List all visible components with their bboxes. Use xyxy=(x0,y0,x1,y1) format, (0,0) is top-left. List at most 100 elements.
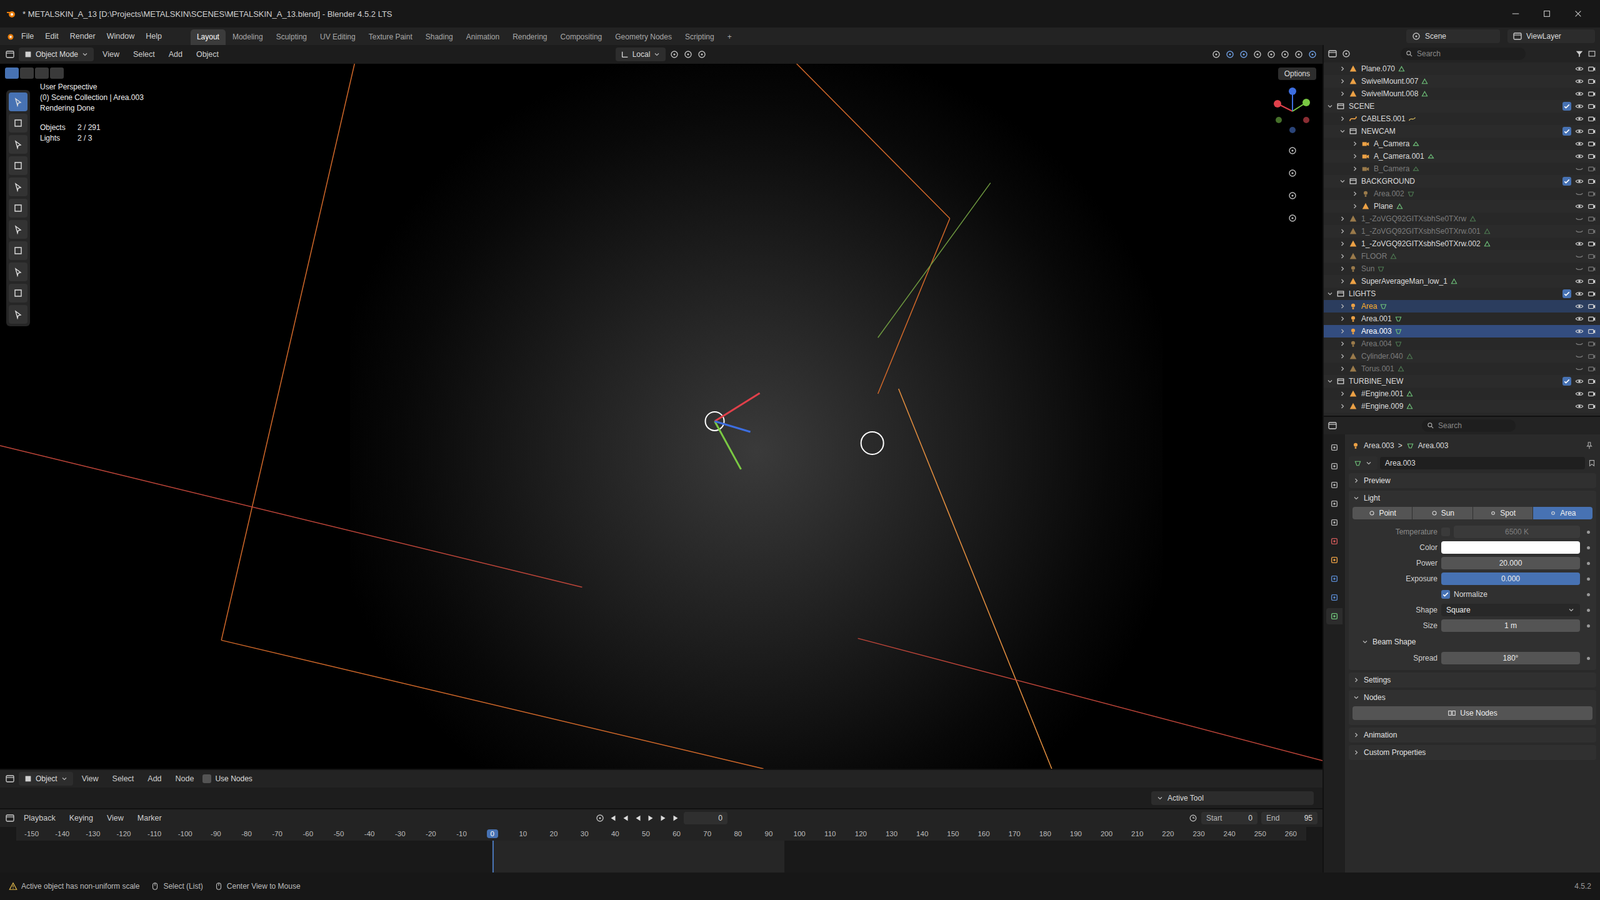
render-camera-icon[interactable] xyxy=(1587,139,1597,149)
play-reverse-icon[interactable] xyxy=(633,813,643,823)
fake-user-icon[interactable] xyxy=(1587,458,1597,468)
dropdown-field[interactable]: Square xyxy=(1441,603,1580,617)
expanded-chevron-icon[interactable] xyxy=(1326,102,1334,110)
tool-button[interactable] xyxy=(8,113,28,133)
viewport-menu-item[interactable]: View xyxy=(97,48,125,61)
render-camera-icon[interactable] xyxy=(1587,401,1597,411)
light-type-button[interactable]: Point xyxy=(1352,506,1412,520)
tool-button[interactable] xyxy=(8,135,28,154)
eye-open-icon[interactable] xyxy=(1575,301,1584,311)
eye-open-icon[interactable] xyxy=(1575,76,1584,86)
visibility-icon[interactable] xyxy=(1211,49,1222,60)
subpanel-header[interactable]: Beam Shape xyxy=(1352,634,1593,650)
prev-key-icon[interactable] xyxy=(621,813,630,823)
render-camera-icon[interactable] xyxy=(1587,289,1597,299)
eye-closed-icon[interactable] xyxy=(1575,214,1584,224)
collapsed-chevron-icon[interactable] xyxy=(1338,265,1347,273)
menu-item[interactable]: Help xyxy=(140,30,167,43)
eye-open-icon[interactable] xyxy=(1575,239,1584,249)
tool-button[interactable] xyxy=(8,220,28,239)
tool-button[interactable] xyxy=(8,262,28,282)
options-button[interactable]: Options xyxy=(1278,67,1317,80)
render-camera-icon[interactable] xyxy=(1587,301,1597,311)
workspace-tab[interactable]: Layout xyxy=(190,29,226,45)
timeline-editor-icon[interactable] xyxy=(5,813,15,824)
use-nodes-checkbox[interactable]: Use Nodes xyxy=(202,774,252,784)
eye-open-icon[interactable] xyxy=(1575,289,1584,299)
filter-icon[interactable] xyxy=(1575,49,1584,59)
eye-open-icon[interactable] xyxy=(1575,314,1584,324)
selection-mode-button[interactable] xyxy=(50,67,64,79)
outliner-row[interactable]: #Engine.009 xyxy=(1323,400,1600,413)
eye-open-icon[interactable] xyxy=(1575,126,1584,136)
collapsed-chevron-icon[interactable] xyxy=(1338,90,1347,98)
properties-tab[interactable] xyxy=(1326,495,1343,512)
collapsed-chevron-icon[interactable] xyxy=(1338,402,1347,410)
panel-header[interactable]: Light xyxy=(1348,490,1597,506)
render-camera-icon[interactable] xyxy=(1587,239,1597,249)
collapsed-chevron-icon[interactable] xyxy=(1338,77,1347,85)
render-camera-icon[interactable] xyxy=(1587,264,1597,274)
eye-closed-icon[interactable] xyxy=(1575,339,1584,349)
collection-checkbox[interactable] xyxy=(1562,101,1572,111)
properties-tab[interactable] xyxy=(1326,476,1343,494)
collapsed-chevron-icon[interactable] xyxy=(1351,140,1359,148)
workspace-tab[interactable]: Modeling xyxy=(226,29,270,45)
outliner-row[interactable]: Cylinder.040 xyxy=(1323,350,1600,363)
render-camera-icon[interactable] xyxy=(1587,251,1597,261)
render-camera-icon[interactable] xyxy=(1587,389,1597,399)
collapsed-chevron-icon[interactable] xyxy=(1338,302,1347,310)
pan-icon[interactable] xyxy=(1287,168,1298,179)
number-field[interactable]: 1 m xyxy=(1441,619,1580,632)
timeline-menu-item[interactable]: Marker xyxy=(132,811,167,825)
node-menu-item[interactable]: Node xyxy=(170,772,200,785)
collapsed-chevron-icon[interactable] xyxy=(1338,352,1347,360)
collection-checkbox[interactable] xyxy=(1562,176,1572,186)
transform-orientation-dropdown[interactable]: Local xyxy=(615,47,667,62)
viewport-menu-item[interactable]: Select xyxy=(128,48,160,61)
outliner-row[interactable]: A_Camera xyxy=(1323,137,1600,150)
properties-tab[interactable] xyxy=(1326,570,1343,587)
panel-header[interactable]: Nodes xyxy=(1348,690,1597,705)
eye-closed-icon[interactable] xyxy=(1575,264,1584,274)
outliner-row[interactable]: TURBINE_NEW xyxy=(1323,375,1600,388)
animate-dot[interactable] xyxy=(1586,577,1590,581)
outliner-row[interactable]: SCENE xyxy=(1323,100,1600,113)
outliner-row[interactable]: SwivelMount.007 xyxy=(1323,75,1600,88)
properties-tab[interactable] xyxy=(1326,514,1343,531)
collapsed-chevron-icon[interactable] xyxy=(1351,190,1359,198)
collapsed-chevron-icon[interactable] xyxy=(1338,252,1347,260)
collapsed-chevron-icon[interactable] xyxy=(1338,240,1347,248)
outliner-row[interactable]: SwivelMount.008 xyxy=(1323,87,1600,100)
normalize-checkbox[interactable]: Normalize xyxy=(1441,590,1488,599)
xray-icon[interactable] xyxy=(1252,49,1263,60)
collapsed-chevron-icon[interactable] xyxy=(1338,365,1347,373)
animate-dot[interactable] xyxy=(1586,624,1590,628)
eye-open-icon[interactable] xyxy=(1575,326,1584,336)
pivot-icon[interactable] xyxy=(669,49,680,60)
add-workspace-button[interactable]: + xyxy=(721,29,739,45)
render-camera-icon[interactable] xyxy=(1587,151,1597,161)
outliner-row[interactable]: Area.004 xyxy=(1323,337,1600,350)
outliner-row[interactable]: #Engine.001 xyxy=(1323,387,1600,400)
outliner-row[interactable]: Plane xyxy=(1323,200,1600,213)
scene-icon[interactable] xyxy=(1411,31,1422,42)
eye-open-icon[interactable] xyxy=(1575,376,1584,386)
eye-open-icon[interactable] xyxy=(1575,139,1584,149)
workspace-tab[interactable]: Texture Paint xyxy=(362,29,419,45)
light-type-button[interactable]: Sun xyxy=(1412,506,1472,520)
render-camera-icon[interactable] xyxy=(1587,76,1597,86)
render-camera-icon[interactable] xyxy=(1587,214,1597,224)
end-frame-field[interactable]: End95 xyxy=(1261,811,1318,825)
light-type-button[interactable]: Spot xyxy=(1473,506,1533,520)
toggle-checkbox[interactable] xyxy=(1441,527,1450,537)
outliner-row[interactable]: Area.002 xyxy=(1323,187,1600,200)
render-camera-icon[interactable] xyxy=(1587,339,1597,349)
render-camera-icon[interactable] xyxy=(1587,326,1597,336)
collapsed-chevron-icon[interactable] xyxy=(1338,340,1347,348)
properties-search[interactable]: Search xyxy=(1421,419,1516,432)
snap-icon[interactable] xyxy=(683,49,694,60)
gizmo-icon[interactable] xyxy=(1225,49,1235,60)
properties-tab[interactable] xyxy=(1326,589,1343,606)
jump-start-icon[interactable] xyxy=(608,813,618,823)
